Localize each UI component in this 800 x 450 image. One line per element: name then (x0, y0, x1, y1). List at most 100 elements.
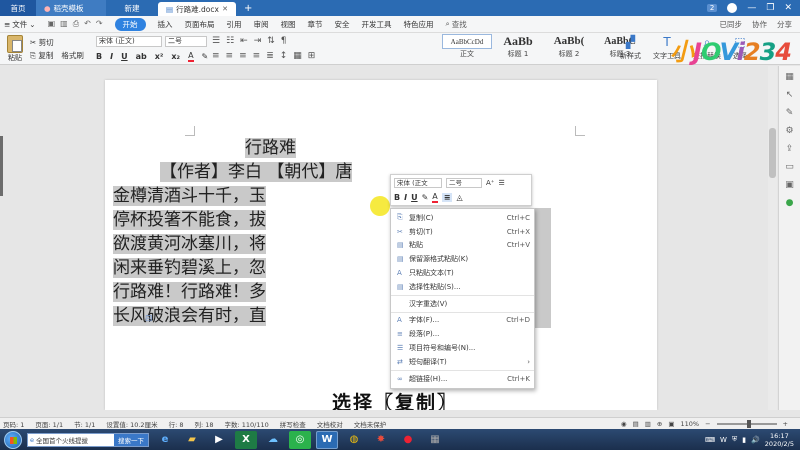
shading-icon[interactable]: ▦ (293, 51, 302, 61)
new-style-button[interactable]: ▞ 新样式 (620, 35, 641, 61)
bullets-icon[interactable]: ☰ (212, 36, 220, 46)
mini-shading-icon[interactable]: ◬ (456, 193, 462, 202)
zoom-slider-knob[interactable] (746, 419, 751, 428)
style-normal[interactable]: AaBbCcDd 正文 (442, 34, 492, 62)
cloud-app-icon[interactable]: ☁ (262, 431, 284, 449)
media-player-icon[interactable]: ▶ (208, 431, 230, 449)
context-menu-item[interactable]: ≡ 段落(P)... (391, 327, 534, 341)
context-menu-item[interactable]: 汉字重选(V) (391, 297, 534, 311)
add-tab-button[interactable]: + (236, 0, 260, 16)
shield-icon[interactable]: ⛨ (732, 435, 737, 444)
recorder-icon[interactable]: ● (397, 431, 419, 449)
line-spacing-icon[interactable]: ☰ (498, 179, 504, 187)
show-marks-icon[interactable]: ¶ (281, 36, 287, 46)
align-left-icon[interactable]: ≡ (212, 51, 220, 61)
context-menu-item[interactable]: ⇄ 短句翻译(T) › (391, 355, 534, 369)
taskbar-search-button[interactable]: 搜索一下 (114, 433, 148, 446)
mini-size-select[interactable]: 二号 (446, 177, 482, 188)
panel-share-icon[interactable]: ⇪ (784, 144, 796, 156)
read-view-icon[interactable]: ▣ (668, 420, 674, 428)
doc-author-line[interactable]: 【作者】李白 【朝代】唐 (160, 160, 353, 184)
proofread-button[interactable]: 文档校对 (317, 419, 343, 429)
excel-icon[interactable]: X (235, 430, 257, 449)
mini-font-color-button[interactable]: A (432, 192, 438, 203)
paste-button[interactable]: 粘贴 (4, 35, 26, 63)
grow-font-icon[interactable]: A⁺ (486, 179, 494, 187)
mini-italic-button[interactable]: I (404, 193, 407, 202)
bold-button[interactable]: B (96, 52, 102, 61)
panel-window-icon[interactable]: ▭ (784, 162, 796, 174)
green-app-icon[interactable]: ◎ (289, 430, 311, 449)
doc-body-line[interactable]: 欲渡黄河冰塞川，将 (113, 232, 266, 256)
panel-pointer-icon[interactable]: ↖ (784, 90, 796, 102)
menu-item-insert[interactable]: 插入 (158, 19, 173, 30)
redo-icon[interactable]: ↷ (96, 19, 103, 29)
indent-icon[interactable]: ⇥ (254, 36, 262, 46)
start-button[interactable] (4, 430, 22, 449)
panel-shape-icon[interactable]: ▣ (784, 180, 796, 192)
ie-browser-icon[interactable]: e (154, 431, 176, 449)
zoom-in-icon[interactable]: + (783, 420, 788, 428)
strikethrough-icon[interactable]: ab (136, 52, 147, 61)
collab-button[interactable]: 协作 (752, 19, 767, 30)
scrollbar-thumb[interactable] (769, 128, 776, 178)
menu-item-sections[interactable]: 章节 (308, 19, 323, 30)
mini-font-select[interactable]: 宋体 (正文 (394, 177, 442, 188)
font-name-select[interactable]: 宋体 (正文) (96, 36, 162, 47)
copy-button[interactable]: ⎘ 复制 (30, 49, 53, 62)
panel-format-icon[interactable]: ✎ (784, 108, 796, 120)
undo-icon[interactable]: ↶ (84, 19, 91, 29)
menu-item-page-layout[interactable]: 页面布局 (185, 19, 215, 30)
context-menu-item[interactable]: ∞ 超链接(H)... Ctrl+K (391, 372, 534, 386)
save-icon[interactable]: ▥ (60, 19, 68, 29)
mini-bold-button[interactable]: B (394, 193, 400, 202)
menu-item-references[interactable]: 引用 (227, 19, 242, 30)
folder-icon[interactable]: ▰ (181, 431, 203, 449)
file-menu[interactable]: ≡ 文件 ⌄ (4, 19, 36, 30)
panel-tune-icon[interactable]: ⚙ (784, 126, 796, 138)
taskbar-search-input[interactable]: e 全国首个火线提拔 (28, 435, 114, 445)
tab-templates[interactable]: ● 稻壳模板 (36, 0, 106, 16)
context-menu-item[interactable]: ✂ 剪切(T) Ctrl+X (391, 225, 534, 239)
paragraph-layout-icon[interactable]: ⊟ (145, 314, 153, 324)
doc-body-line[interactable]: 行路难！行路难！多 (113, 280, 266, 304)
zoom-level[interactable]: 110% (681, 420, 700, 428)
context-menu-item[interactable]: ⎘ 复制(C) Ctrl+C (391, 211, 534, 225)
style-heading-2[interactable]: AaBb( 标题 2 (544, 34, 594, 62)
volume-icon[interactable]: 🔊 (751, 436, 760, 444)
find-button[interactable]: ⌕ 查找 (446, 19, 467, 30)
keyboard-icon[interactable]: ⌨ (705, 436, 715, 444)
mini-align-center-icon[interactable]: ≡ (441, 193, 453, 202)
context-menu-item[interactable]: ▤ 粘贴 Ctrl+V (391, 239, 534, 253)
page-view-icon[interactable]: ▤ (633, 420, 639, 428)
mini-underline-button[interactable]: U (411, 193, 418, 202)
menu-item-view[interactable]: 视图 (281, 19, 296, 30)
share-button[interactable]: 分享 (777, 19, 792, 30)
context-menu-item[interactable]: ☰ 项目符号和编号(N)... (391, 341, 534, 355)
camera-app-icon[interactable]: ▦ (424, 431, 446, 449)
avatar[interactable] (727, 3, 738, 13)
tab-new[interactable]: 新建 (106, 0, 158, 16)
restore-icon[interactable]: ❐ (766, 3, 774, 13)
cut-button[interactable]: ✂ 剪切 (30, 36, 54, 49)
notification-badge[interactable]: 2 (706, 4, 718, 12)
close-tab-icon[interactable]: ✕ (222, 5, 228, 13)
doc-body-line[interactable]: 长风破浪会有时，直 (113, 304, 266, 328)
line-spacing-icon[interactable]: ↕ (280, 51, 288, 61)
align-center-icon[interactable]: ≡ (226, 51, 234, 61)
doc-title-line[interactable]: 行路难 (245, 136, 296, 160)
protect-status[interactable]: 文档未保护 (354, 419, 387, 429)
numbering-icon[interactable]: ☷ (226, 36, 234, 46)
superscript-icon[interactable]: x² (155, 52, 164, 61)
zoom-slider[interactable] (716, 419, 777, 428)
chrome-icon[interactable]: ◍ (343, 431, 365, 449)
border-icon[interactable]: ⊞ (308, 51, 316, 61)
underline-button[interactable]: U (121, 52, 128, 61)
panel-cloud-icon[interactable]: ● (784, 198, 796, 210)
sort-icon[interactable]: ⇅ (267, 36, 275, 46)
italic-button[interactable]: I (110, 52, 113, 61)
doc-body-line[interactable]: 闲来垂钓碧溪上，忽 (113, 256, 266, 280)
context-menu-item[interactable]: ▤ 选择性粘贴(S)... (391, 280, 534, 294)
font-size-select[interactable]: 二号 (165, 36, 207, 47)
taskbar-clock[interactable]: 16:17 2020/2/5 (765, 432, 794, 448)
